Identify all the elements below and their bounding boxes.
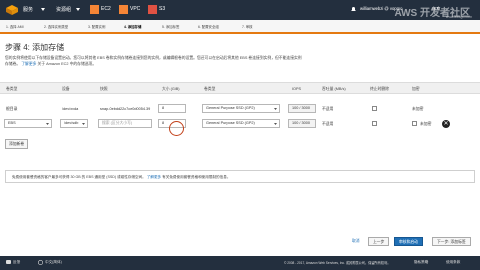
volume-type-select[interactable]: EBS bbox=[4, 119, 52, 128]
top-nav: 服务 资源组 EC2 VPC S3 williamwebzi @ vopmo 东… bbox=[0, 0, 480, 20]
add-new-volume-button[interactable]: 添加新卷 bbox=[5, 139, 29, 149]
row-encrypted: 未加密 bbox=[420, 122, 432, 126]
table-header: 卷类型 设备 快照 大小 (GiB) 卷类型 IOPS 吞吐量 (MB/s) 终… bbox=[0, 82, 480, 94]
wizard-actions: 取消 上一步 审核和启动 下一步: 添加标签 bbox=[0, 232, 480, 248]
volume-type-value: EBS bbox=[8, 121, 16, 125]
ebs-type-value: General Purpose SSD (GP2) bbox=[206, 121, 255, 125]
chevron-down-icon bbox=[274, 108, 277, 110]
s3-icon bbox=[148, 5, 157, 14]
aws-cube-icon[interactable] bbox=[6, 5, 18, 15]
chevron-down-icon bbox=[82, 123, 85, 125]
step-security-group[interactable]: 6. 配置安全组 bbox=[198, 24, 219, 29]
description-line-2-text: 存储卷。 bbox=[5, 62, 21, 66]
step-configure-instance[interactable]: 3. 配置实例 bbox=[88, 24, 105, 29]
step-choose-ami[interactable]: 1. 选择 AMI bbox=[6, 24, 24, 29]
terms-link[interactable]: 使用条款 bbox=[446, 260, 460, 265]
remove-volume-icon[interactable]: ✕ bbox=[442, 120, 450, 128]
ec2-shortcut[interactable]: EC2 bbox=[101, 6, 111, 12]
ebs-type-select[interactable]: General Purpose SSD (GP2) bbox=[202, 119, 280, 128]
ec2-icon bbox=[90, 5, 99, 14]
row-encrypted: 未加密 bbox=[412, 107, 424, 111]
delete-on-termination-checkbox[interactable] bbox=[372, 106, 377, 111]
privacy-link[interactable]: 隐私策略 bbox=[414, 260, 428, 265]
cancel-button[interactable]: 取消 bbox=[352, 239, 360, 244]
snapshot-search-input[interactable]: 搜索 (区分大小写) bbox=[98, 119, 152, 128]
description-line-2: 存储卷。 了解更多 关于 Amazon EC2 中的存储选项。 bbox=[5, 61, 475, 67]
col-volume-type: 卷类型 bbox=[6, 87, 18, 91]
copyright-text: © 2008 - 2017, Amazon Web Services, Inc.… bbox=[284, 261, 391, 265]
delete-on-termination-checkbox[interactable] bbox=[372, 121, 377, 126]
col-device: 设备 bbox=[62, 87, 70, 91]
row-device: /dev/xvda bbox=[62, 107, 79, 111]
globe-icon bbox=[38, 260, 43, 265]
free-tier-notice: 免费使用套餐资格的客户最多可获得 30 GB 的 EBS 通用型 (SSD) 或… bbox=[5, 170, 475, 183]
encrypted-checkbox[interactable] bbox=[412, 121, 417, 126]
services-menu[interactable]: 服务 bbox=[23, 6, 33, 13]
review-and-launch-button[interactable]: 审核和启动 bbox=[394, 237, 423, 246]
iops-field: 100 / 3000 bbox=[288, 119, 316, 128]
col-size: 大小 (GiB) bbox=[162, 87, 180, 91]
description-tail: 关于 Amazon EC2 中的存储选项。 bbox=[37, 62, 97, 66]
col-iops: IOPS bbox=[292, 87, 302, 91]
col-encrypted: 加密 bbox=[412, 87, 420, 91]
feedback-icon bbox=[6, 260, 11, 264]
step-add-tags[interactable]: 5. 添加标签 bbox=[162, 24, 179, 29]
bell-icon[interactable] bbox=[350, 6, 357, 13]
previous-button[interactable]: 上一步 bbox=[368, 237, 390, 246]
iops-field: 100 / 3000 bbox=[288, 104, 316, 113]
notice-body: 免费使用套餐资格的客户最多可获得 30 GB 的 EBS 通用型 (SSD) 或… bbox=[12, 175, 146, 179]
next-button[interactable]: 下一步: 添加标签 bbox=[432, 237, 471, 246]
s3-shortcut[interactable]: S3 bbox=[159, 6, 165, 12]
active-step-indicator bbox=[0, 32, 480, 34]
chevron-down-icon bbox=[46, 123, 49, 125]
device-select[interactable]: /dev/sdb bbox=[60, 119, 88, 128]
notice-text: 免费使用套餐资格的客户最多可获得 30 GB 的 EBS 通用型 (SSD) 或… bbox=[12, 175, 230, 180]
cursor-highlight bbox=[169, 121, 184, 136]
feedback-link[interactable]: 反馈 bbox=[13, 260, 20, 265]
notice-learn-more-link[interactable]: 了解更多 bbox=[147, 175, 161, 179]
volume-type-select[interactable]: General Purpose SSD (GP2) bbox=[202, 104, 280, 113]
resource-groups-menu[interactable]: 资源组 bbox=[56, 6, 71, 13]
device-value: /dev/sdb bbox=[64, 121, 79, 125]
watermark-url: www.awsgo.com bbox=[445, 15, 472, 19]
table-row: 根目录 /dev/xvda snap-0ebdd22c7ce0d0054.39 … bbox=[0, 103, 480, 117]
col-ebs-type: 卷类型 bbox=[204, 87, 216, 91]
table-row: EBS /dev/sdb 搜索 (区分大小写) 8 General Purpos… bbox=[0, 118, 480, 132]
page-description: 您的实例将使用以下存储设备设置启动。您可以将其他 EBS 卷和实例存储卷连接到您… bbox=[5, 55, 475, 67]
chevron-down-icon bbox=[274, 123, 277, 125]
vpc-shortcut[interactable]: VPC bbox=[130, 6, 140, 12]
chevron-down-icon bbox=[41, 8, 45, 11]
volume-type-value: General Purpose SSD (GP2) bbox=[206, 106, 255, 110]
footer: 反馈 中文(简体) © 2008 - 2017, Amazon Web Serv… bbox=[0, 256, 480, 270]
step-add-storage[interactable]: 4. 添加存储 bbox=[124, 24, 141, 29]
chevron-down-icon bbox=[76, 8, 80, 11]
learn-more-link[interactable]: 了解更多 bbox=[21, 62, 36, 66]
page-title: 步骤 4: 添加存储 bbox=[5, 43, 65, 52]
col-snapshot: 快照 bbox=[100, 87, 108, 91]
language-selector[interactable]: 中文(简体) bbox=[45, 260, 62, 265]
step-review[interactable]: 7. 审核 bbox=[242, 24, 253, 29]
col-throughput: 吞吐量 (MB/s) bbox=[322, 87, 346, 91]
row-throughput: 不适用 bbox=[322, 107, 334, 111]
vpc-icon bbox=[119, 5, 128, 14]
row-throughput: 不适用 bbox=[322, 122, 334, 126]
row-volume-type: 根目录 bbox=[6, 107, 18, 111]
row-snapshot: snap-0ebdd22c7ce0d0054.39 bbox=[100, 107, 151, 111]
size-input[interactable]: 8 bbox=[158, 104, 186, 113]
col-delete-on-termination: 终止时删除 bbox=[370, 87, 389, 91]
step-instance-type[interactable]: 2. 选择实例类型 bbox=[44, 24, 68, 29]
notice-tail: 有关免费使用套餐资格和使用限制的信息。 bbox=[162, 175, 231, 179]
